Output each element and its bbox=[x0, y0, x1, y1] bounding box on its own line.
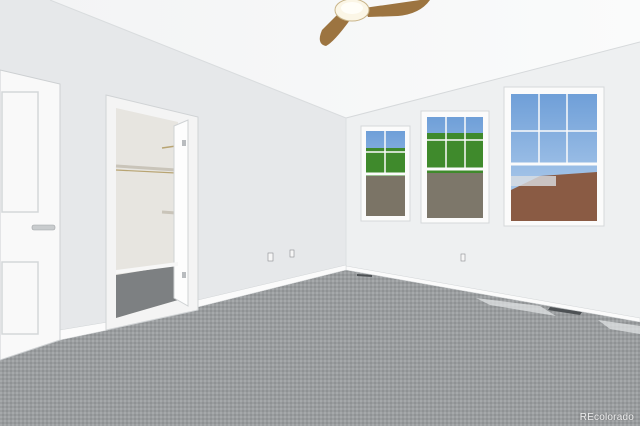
wall-outlet bbox=[267, 252, 274, 262]
room-drawing bbox=[0, 0, 640, 426]
wall-outlet bbox=[289, 249, 295, 258]
closet-door bbox=[173, 119, 189, 307]
window-small bbox=[360, 125, 411, 222]
bedroom-photo: REcolorado bbox=[0, 0, 640, 426]
closet-doorway bbox=[105, 94, 199, 331]
watermark-text: REcolorado bbox=[579, 412, 634, 423]
wall-outlet bbox=[460, 253, 466, 262]
entry-door bbox=[0, 69, 61, 361]
window-large bbox=[503, 86, 605, 227]
window-medium bbox=[420, 110, 490, 224]
door-handle bbox=[31, 224, 56, 231]
